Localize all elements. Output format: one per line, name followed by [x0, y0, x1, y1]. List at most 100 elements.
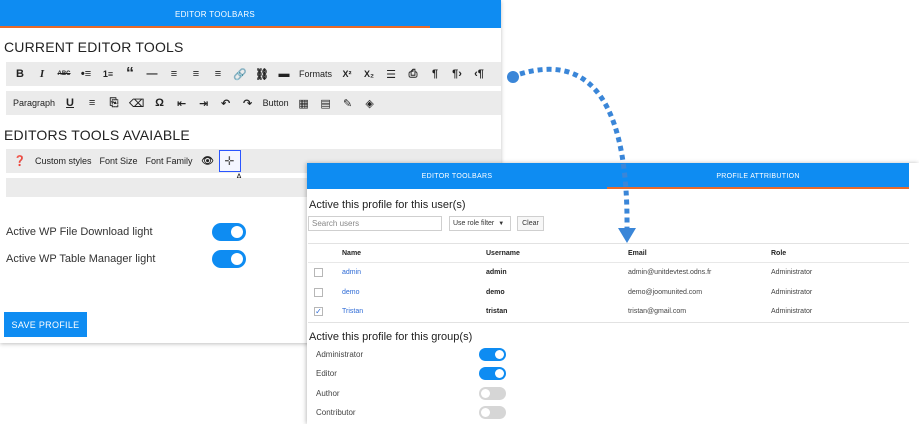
subscript-button[interactable]: X₂	[358, 63, 380, 85]
user-name-link[interactable]: demo	[342, 283, 360, 303]
button-insert-button[interactable]: Button	[259, 92, 293, 114]
row-checkbox[interactable]	[314, 287, 323, 297]
italic-button[interactable]: I	[31, 63, 53, 85]
header-email[interactable]: Email	[628, 244, 647, 262]
users-table-header: Name Username Email Role	[308, 244, 909, 263]
header-username[interactable]: Username	[486, 244, 520, 262]
rtl-button[interactable]: ‹¶	[468, 63, 490, 85]
print-button[interactable]: ⎙	[402, 63, 424, 85]
align-center-button[interactable]: ≡	[185, 63, 207, 85]
strikethrough-button[interactable]: ABC	[53, 63, 75, 85]
bullet-list-button[interactable]: •≡	[75, 63, 97, 85]
table-row: demo demo demo@joomunited.com Administra…	[308, 283, 909, 303]
group-switch-on[interactable]	[479, 367, 506, 380]
toggle-wp-file-download-switch[interactable]	[212, 223, 246, 241]
redo-button[interactable]: ↷	[237, 92, 259, 114]
groups-heading: Active this profile for this group(s)	[309, 331, 473, 343]
align-left-button[interactable]: ≡	[163, 63, 185, 85]
role-filter-value: Use role filter	[453, 220, 495, 227]
align-right-button[interactable]: ≡	[207, 63, 229, 85]
search-users-input[interactable]	[308, 216, 442, 231]
ltr-button[interactable]: ¶›	[446, 63, 468, 85]
users-heading: Active this profile for this user(s)	[309, 199, 466, 211]
undo-button[interactable]: ↶	[215, 92, 237, 114]
current-toolbar-row-2: Paragraph U ≡ ⎘ ⌫ Ω ⇤ ⇥ ↶ ↷ Button ▦ ▤ ✎…	[6, 91, 501, 115]
paragraph-mark-button[interactable]: ¶	[424, 63, 446, 85]
tab-active-underline	[0, 26, 430, 28]
user-email: admin@unitdevtest.odns.fr	[628, 269, 712, 277]
template-button[interactable]: ▤	[315, 92, 337, 114]
row-checkbox-checked[interactable]: ✓	[314, 307, 323, 317]
horizontal-rule-button[interactable]: —	[141, 63, 163, 85]
user-name-link[interactable]: admin	[342, 263, 361, 283]
group-label: Author	[316, 389, 340, 398]
code-button[interactable]: ◈	[359, 92, 381, 114]
user-username: demo	[486, 288, 505, 296]
blockquote-button[interactable]: “	[119, 63, 141, 85]
available-tools-title: EDITORS TOOLS AVAIABLE	[4, 127, 190, 143]
toggle-wp-table-manager-label: Active WP Table Manager light	[6, 253, 156, 265]
font-family-tool[interactable]: Font Family	[142, 150, 197, 172]
numbered-list-button[interactable]: 1≡	[97, 63, 119, 85]
unlink-button[interactable]: ⛓	[251, 63, 273, 85]
toggle-wp-file-download[interactable]: Active WP File Download light	[6, 223, 246, 241]
superscript-button[interactable]: X²	[336, 63, 358, 85]
read-more-button[interactable]: ▬	[273, 63, 295, 85]
font-size-tool[interactable]: Font Size	[96, 150, 142, 172]
drag-move-icon[interactable]: ✛	[218, 150, 241, 172]
group-toggle-editor[interactable]: Editor	[316, 367, 506, 380]
group-toggle-author[interactable]: Author	[316, 387, 506, 400]
header-role[interactable]: Role	[771, 244, 786, 262]
user-role: Administrator	[771, 269, 813, 277]
profile-attribution-panel: EDITOR TOOLBARS PROFILE ATTRIBUTION Acti…	[307, 163, 919, 424]
group-switch-on[interactable]	[479, 348, 506, 361]
header-name[interactable]: Name	[342, 244, 361, 262]
user-name-link[interactable]: Tristan	[342, 302, 363, 322]
save-profile-button[interactable]: SAVE PROFILE	[4, 312, 87, 337]
tab-active-underline-right	[607, 187, 909, 189]
edit-button[interactable]: ✎	[337, 92, 359, 114]
clear-formatting-button[interactable]: ⌫	[125, 92, 149, 114]
tab-editor-toolbars-right-label: EDITOR TOOLBARS	[421, 172, 493, 180]
find-replace-button[interactable]: ☰	[380, 63, 402, 85]
user-username: tristan	[486, 308, 508, 316]
table-row: ✓ Tristan tristan tristan@gmail.com Admi…	[308, 302, 909, 322]
group-label: Administrator	[316, 350, 364, 359]
user-role: Administrator	[771, 308, 813, 316]
group-switch-off[interactable]	[479, 387, 506, 400]
toggle-wp-table-manager[interactable]: Active WP Table Manager light	[6, 250, 246, 268]
tab-profile-attribution-label: PROFILE ATTRIBUTION	[716, 172, 800, 180]
formats-dropdown[interactable]: Formats	[295, 63, 336, 85]
special-character-button[interactable]: Ω	[149, 92, 171, 114]
group-switch-off[interactable]	[479, 406, 506, 419]
user-username: admin	[486, 269, 507, 277]
current-tools-title: CURRENT EDITOR TOOLS	[4, 39, 184, 55]
group-toggle-administrator[interactable]: Administrator	[316, 348, 506, 361]
row-checkbox[interactable]	[314, 268, 323, 278]
justify-button[interactable]: ≡	[81, 92, 103, 114]
preview-eye-icon[interactable]: 👁	[197, 150, 219, 172]
row-checkbox-cell	[314, 283, 323, 303]
clear-button[interactable]: Clear	[517, 216, 544, 231]
paste-text-button[interactable]: ⎘	[103, 92, 125, 114]
tab-profile-attribution[interactable]: PROFILE ATTRIBUTION	[607, 163, 909, 189]
right-tab-bar: EDITOR TOOLBARS PROFILE ATTRIBUTION	[307, 163, 909, 189]
bold-button[interactable]: B	[9, 63, 31, 85]
help-icon[interactable]: ❓	[9, 150, 31, 172]
group-toggle-contributor[interactable]: Contributor	[316, 406, 506, 419]
user-role: Administrator	[771, 288, 813, 296]
role-filter-select[interactable]: Use role filter ▼	[449, 216, 511, 231]
underline-button[interactable]: U	[59, 92, 81, 114]
paragraph-dropdown[interactable]: Paragraph	[9, 92, 59, 114]
link-button[interactable]: 🔗	[229, 63, 251, 85]
tab-editor-toolbars[interactable]: EDITOR TOOLBARS	[0, 0, 430, 28]
outdent-button[interactable]: ⇤	[171, 92, 193, 114]
tab-editor-toolbars-right[interactable]: EDITOR TOOLBARS	[307, 163, 607, 189]
custom-styles-tool[interactable]: Custom styles	[31, 150, 96, 172]
toggle-wp-table-manager-switch[interactable]	[212, 250, 246, 268]
group-label: Contributor	[316, 408, 356, 417]
left-tab-bar: EDITOR TOOLBARS	[0, 0, 501, 28]
table-button[interactable]: ▦	[293, 92, 315, 114]
table-row: admin admin admin@unitdevtest.odns.fr Ad…	[308, 263, 909, 283]
indent-button[interactable]: ⇥	[193, 92, 215, 114]
